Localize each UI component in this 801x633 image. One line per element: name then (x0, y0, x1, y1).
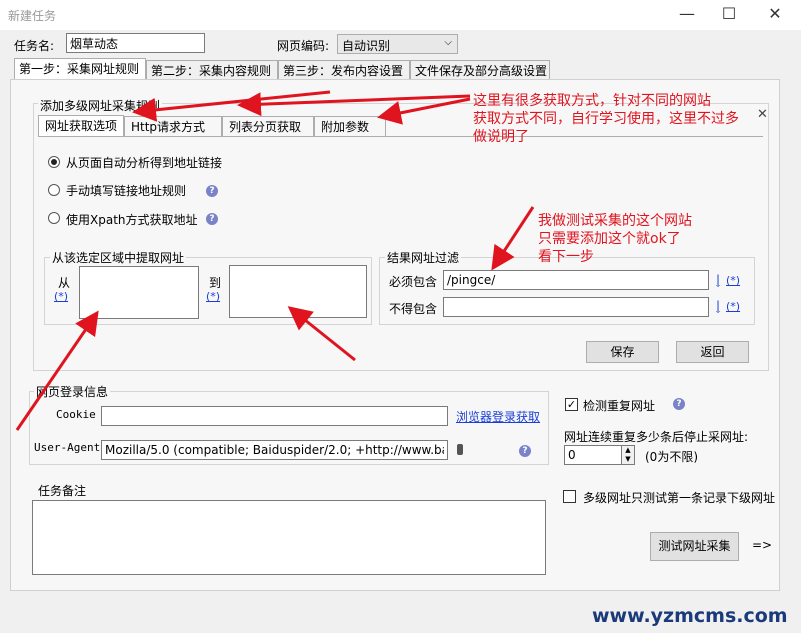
arrow-to-textarea (287, 306, 356, 362)
arrow-to-tabs (377, 97, 471, 125)
arrow-to-textarea (15, 310, 99, 431)
watermark-text: www.yzmcms.com (592, 605, 788, 627)
annotation-arrows (15, 90, 535, 431)
arrow-to-filter (491, 206, 535, 271)
